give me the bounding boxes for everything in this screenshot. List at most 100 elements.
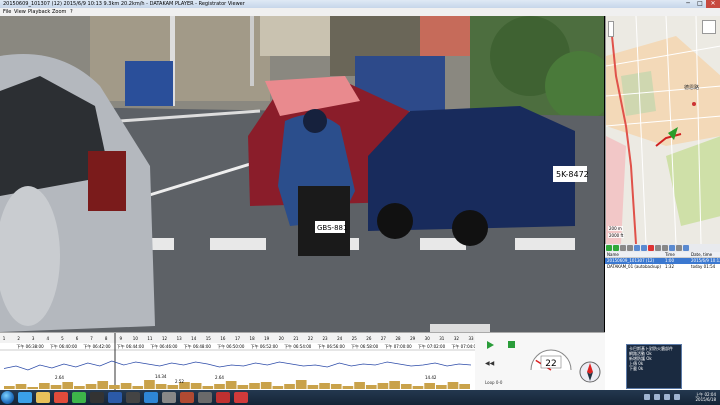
app4-icon[interactable] [216, 392, 230, 403]
g-bar [225, 381, 237, 389]
app5-icon[interactable] [234, 392, 248, 403]
tick-label: 6 [76, 336, 79, 341]
g-bar [377, 383, 389, 389]
clip-toolbar [605, 244, 720, 252]
g-bar [249, 383, 260, 389]
g-bar [190, 383, 202, 389]
svg-text:GBS-881: GBS-881 [317, 224, 347, 232]
system-tray: 上午 02:04 2015/6/18 [610, 390, 720, 405]
video-scene: 5K-8472 GBS-881 [0, 16, 604, 332]
media-icon[interactable] [90, 392, 104, 403]
tool-button-6[interactable] [641, 245, 647, 251]
g-bar [412, 386, 424, 389]
g-bar [319, 383, 330, 389]
antivirus-popup[interactable]: 卡巴斯基卜對防火牆部件 網路活動 Ok 新增防護 Ok 上傳 0k 下載 0k [626, 344, 682, 389]
menu-help[interactable]: ? [70, 8, 73, 16]
delete-clip-button[interactable] [648, 245, 654, 251]
play-button[interactable] [487, 341, 494, 349]
tool-button-10[interactable] [669, 245, 675, 251]
timeline-graph: 1 2 3 4 5 6 7 8 9 10 11 12 13 14 15 16 17 18 19 20 21 22 23 24 2… [0, 333, 475, 391]
g-bar [272, 386, 284, 389]
word-icon[interactable] [108, 392, 122, 403]
speedometer: 22 [530, 349, 572, 371]
tick-label: 21 [293, 336, 299, 341]
tool-button-4[interactable] [627, 245, 633, 251]
network-icon[interactable] [674, 394, 680, 400]
g-bar [85, 384, 97, 389]
tool-button-3[interactable] [620, 245, 626, 251]
clip-row[interactable]: DATAKAM_01 (autobackup) 1:32 today 01:54 [605, 264, 720, 270]
stop-button[interactable] [508, 341, 515, 348]
g-bar [330, 384, 342, 389]
tick-label: 15 [206, 336, 212, 341]
g-bar [459, 384, 470, 389]
add-folder-button[interactable] [613, 245, 619, 251]
g-bar [365, 385, 377, 389]
time-label: 下午 06:58:00 [351, 343, 379, 349]
tool-button-8[interactable] [655, 245, 661, 251]
tool-button-5[interactable] [634, 245, 640, 251]
map-canvas: 德恩路 [606, 16, 720, 244]
menu-playback[interactable]: Playback [28, 8, 50, 16]
map-scale-bottom: 2000 ft [608, 233, 625, 238]
g-bar [284, 384, 295, 389]
video-frame[interactable]: 5K-8472 GBS-881 [0, 16, 604, 332]
video-icon[interactable] [126, 392, 140, 403]
folder-icon[interactable] [36, 392, 50, 403]
tool-button-9[interactable] [662, 245, 668, 251]
volume-icon[interactable] [664, 394, 670, 400]
add-clip-button[interactable] [606, 245, 612, 251]
tray-icon[interactable] [644, 394, 650, 400]
ie2-icon[interactable] [144, 392, 158, 403]
map-zoom-control[interactable] [608, 21, 614, 37]
app3-icon[interactable] [198, 392, 212, 403]
rewind-button[interactable]: ◀◀ [485, 360, 494, 367]
timeline[interactable]: 1 2 3 4 5 6 7 8 9 10 11 12 13 14 15 16 17 18 19 20 21 22 23 24 2… [0, 332, 475, 391]
g-bar [144, 380, 155, 389]
g-bar [342, 386, 354, 389]
time-label: 下午 06:42:00 [83, 343, 111, 349]
maximize-button[interactable]: □ [694, 0, 706, 8]
tick-label: 12 [162, 336, 168, 341]
app2-icon[interactable] [180, 392, 194, 403]
title-bar: 20150609_101307 (12) 2015/6/9 10:13 9.3k… [0, 0, 720, 8]
time-label: 下午 07:02:00 [418, 343, 446, 349]
minimize-button[interactable]: ─ [682, 0, 694, 8]
clock[interactable]: 上午 02:04 2015/6/18 [695, 392, 716, 402]
g-bar [27, 387, 39, 389]
value-label: 2.64 [215, 375, 224, 380]
chrome-icon[interactable] [54, 392, 68, 403]
ie-icon[interactable] [18, 392, 32, 403]
g-bar [167, 385, 179, 389]
popup-line: 下載 0k [629, 366, 644, 371]
tick-label: 22 [308, 336, 314, 341]
time-label: 下午 06:54:00 [284, 343, 312, 349]
clip-list: Name Time Date, time 20150609_101307 (12… [605, 252, 720, 340]
tick-label: 19 [264, 336, 270, 341]
tick-label: 4 [47, 336, 50, 341]
tick-label: 5 [61, 336, 64, 341]
tool-button-11[interactable] [676, 245, 682, 251]
app-icon[interactable] [162, 392, 176, 403]
map-panel[interactable]: 德恩路 200 m 2000 ft [605, 16, 720, 244]
tool-button-12[interactable] [683, 245, 689, 251]
map-layers-button[interactable] [702, 20, 716, 34]
close-button[interactable]: ✕ [706, 0, 720, 8]
menu-view[interactable]: View [14, 8, 26, 16]
time-label: 下午 06:46:00 [150, 343, 178, 349]
taskbar: 上午 02:04 2015/6/18 [0, 390, 720, 405]
time-label: 下午 07:04:00 [451, 343, 475, 349]
tick-label: 18 [250, 336, 256, 341]
line-icon[interactable] [72, 392, 86, 403]
menu-zoom[interactable]: Zoom [52, 8, 66, 16]
menu-file[interactable]: File [3, 8, 11, 16]
tick-label: 27 [381, 336, 387, 341]
g-bar [447, 382, 459, 389]
g-bar [109, 385, 120, 389]
tick-label: 26 [366, 336, 372, 341]
time-label: 下午 06:40:00 [50, 343, 78, 349]
start-button[interactable] [1, 391, 14, 404]
compass-icon [579, 361, 601, 383]
window-title: 20150609_101307 (12) 2015/6/9 10:13 9.3k… [3, 1, 245, 7]
tray-icon[interactable] [654, 394, 660, 400]
